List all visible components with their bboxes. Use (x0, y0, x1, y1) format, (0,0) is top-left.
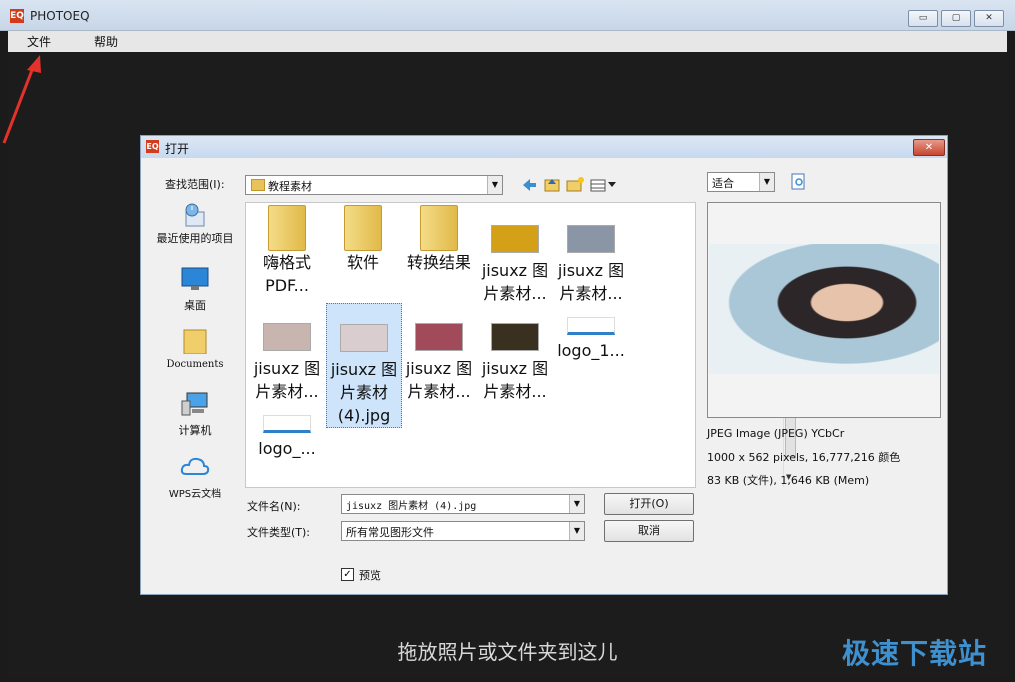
file-item-label: jisuxz 图 片素材... (481, 261, 549, 303)
place-documents[interactable]: Documents (153, 328, 237, 370)
filetype-dropdown[interactable]: 所有常见图形文件 ▼ (341, 521, 585, 541)
file-item-label: 软件 (346, 253, 379, 272)
place-label: 计算机 (178, 424, 212, 437)
image-thumbnail-icon (491, 323, 539, 351)
file-item-label: jisuxz 图 片素材... (253, 359, 321, 401)
dialog-title: 打开 (165, 142, 190, 156)
image-thumbnail-icon (340, 324, 388, 352)
preview-checkbox[interactable]: ✓ (341, 568, 354, 581)
file-item-label: logo_... (258, 439, 316, 458)
file-item[interactable]: jisuxz 图 片素材... (478, 303, 552, 403)
logo-thumbnail-icon (263, 415, 311, 433)
cloud-icon (180, 457, 210, 475)
up-folder-icon[interactable] (544, 179, 560, 192)
place-computer[interactable]: 计算机 (153, 391, 237, 438)
file-item-label: 转换结果 (406, 253, 471, 272)
place-label: 桌面 (184, 299, 206, 312)
cancel-button[interactable]: 取消 (604, 520, 694, 542)
preview-checkbox-label: 预览 (359, 569, 381, 582)
computer-icon (181, 392, 208, 416)
dialog-titlebar (141, 136, 947, 158)
image-thumbnail-icon (567, 225, 615, 253)
open-button[interactable]: 打开(O) (604, 493, 694, 515)
preview-image (709, 244, 939, 374)
file-item[interactable]: jisuxz 图 片素材... (554, 205, 628, 305)
filetype-label: 文件类型(T): (247, 526, 311, 539)
look-in-dropdown[interactable]: 教程素材 ▼ (245, 175, 503, 195)
place-label: 最近使用的项目 (156, 232, 234, 245)
recent-icon (185, 203, 205, 227)
image-thumbnail-icon (415, 323, 463, 351)
place-recent[interactable]: 最近使用的项目 (153, 202, 237, 245)
folder-icon (420, 205, 458, 251)
preview-info-dimensions: 1000 x 562 pixels, 16,777,216 颜色 (707, 451, 901, 464)
image-thumbnail-icon (491, 225, 539, 253)
file-item[interactable]: 转换结果 (402, 205, 476, 274)
file-item[interactable]: logo_1... (554, 303, 628, 362)
zoom-dropdown[interactable]: 适合 ▼ (707, 172, 775, 192)
file-item-label: jisuxz 图 片素材... (405, 359, 473, 401)
file-item-label: jisuxz 图 片素材 (4).jpg (330, 360, 398, 425)
chevron-down-icon: ▼ (759, 173, 774, 191)
file-item[interactable]: jisuxz 图 片素材... (402, 303, 476, 403)
desktop-icon (181, 267, 209, 290)
open-file-dialog: EQ 打开 ✕ 查找范围(I): 教程素材 ▼ 最近使用的项目 桌面 Docum… (140, 135, 948, 595)
preview-panel (707, 202, 941, 418)
look-in-label: 查找范围(I): (165, 178, 225, 191)
folder-icon (268, 205, 306, 251)
filename-label: 文件名(N): (247, 500, 301, 513)
file-item[interactable]: logo_... (250, 401, 324, 460)
dialog-close-button[interactable]: ✕ (913, 139, 945, 156)
folder-icon (251, 179, 265, 191)
file-item-label: logo_1... (557, 341, 625, 360)
back-arrow-icon[interactable] (523, 179, 536, 191)
file-item-label: 嗨格式 PDF... (262, 253, 311, 295)
new-folder-icon[interactable] (566, 177, 584, 192)
logo-thumbnail-icon (567, 317, 615, 335)
preview-zoom-icon[interactable] (791, 173, 807, 190)
zoom-value: 适合 (712, 177, 734, 190)
place-label: WPS云文档 (168, 489, 222, 500)
file-item-label: jisuxz 图 片素材... (481, 359, 549, 401)
view-menu-icon[interactable] (590, 179, 616, 192)
place-label: Documents (166, 359, 224, 370)
filename-value: jisuxz 图片素材 (4).jpg (346, 501, 477, 512)
filename-input[interactable]: jisuxz 图片素材 (4).jpg ▼ (341, 494, 585, 514)
chevron-down-icon: ▼ (487, 176, 502, 194)
dialog-app-icon: EQ (146, 140, 159, 153)
documents-folder-icon (183, 329, 207, 355)
look-in-value: 教程素材 (268, 180, 312, 193)
file-item[interactable]: 软件 (326, 205, 400, 274)
preview-info-format: JPEG Image (JPEG) YCbCr (707, 427, 845, 440)
dialog-toolbar (523, 177, 616, 192)
file-item[interactable]: jisuxz 图 片素材... (478, 205, 552, 305)
chevron-down-icon: ▼ (569, 522, 584, 540)
file-item[interactable]: 嗨格式 PDF... (250, 205, 324, 297)
file-item[interactable]: jisuxz 图 片素材 (4).jpg (326, 303, 402, 428)
file-item[interactable]: jisuxz 图 片素材... (250, 303, 324, 403)
folder-icon (344, 205, 382, 251)
filetype-value: 所有常见图形文件 (346, 526, 434, 539)
file-list[interactable]: 嗨格式 PDF... 软件 转换结果 jisuxz 图 片素材... jisuxz 图 … (245, 202, 796, 488)
file-item-label: jisuxz 图 片素材... (557, 261, 625, 303)
chevron-down-icon: ▼ (569, 495, 584, 513)
image-thumbnail-icon (263, 323, 311, 351)
preview-info-size: 83 KB (文件), 1,646 KB (Mem) (707, 474, 870, 487)
place-wps-cloud[interactable]: WPS云文档 (153, 454, 237, 500)
place-desktop[interactable]: 桌面 (153, 266, 237, 313)
